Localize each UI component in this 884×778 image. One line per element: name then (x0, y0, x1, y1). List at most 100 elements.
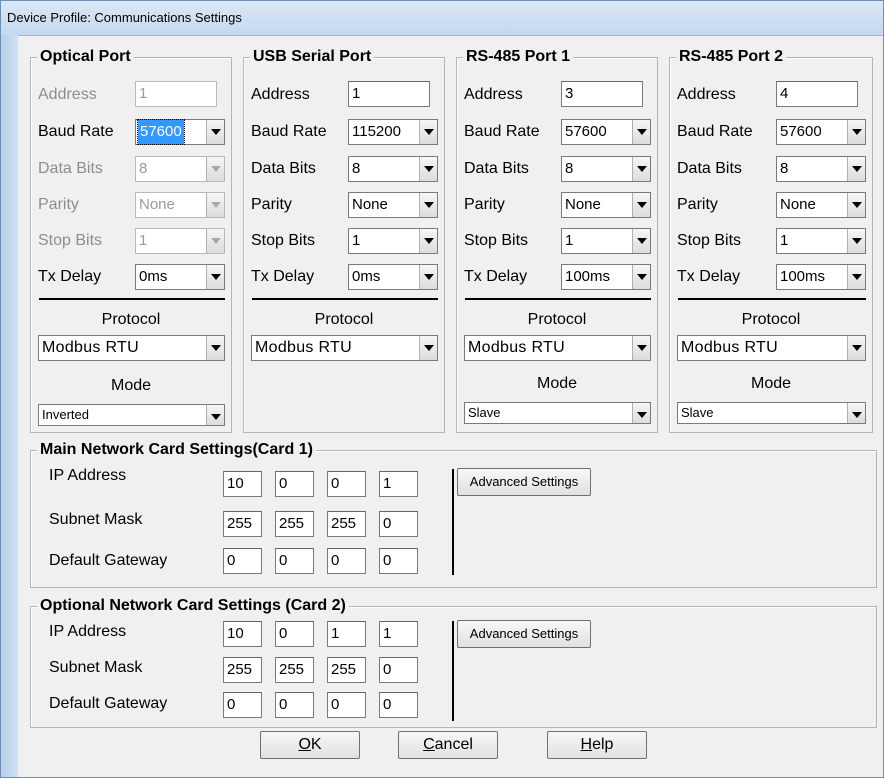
optical-address-input[interactable]: 1 (135, 81, 217, 107)
card1-ip-octet-1[interactable]: 10 (223, 471, 262, 497)
rs485-2-data-bits-select[interactable]: 8 (776, 156, 866, 182)
chevron-down-icon[interactable] (419, 193, 437, 217)
optical-mode-select[interactable]: Inverted (38, 404, 225, 426)
chevron-down-icon[interactable] (847, 265, 865, 289)
usb-baud-rate-select[interactable]: 115200 (348, 119, 438, 145)
rs485-1-mode-select[interactable]: Slave (464, 402, 651, 424)
chevron-down-icon[interactable] (632, 336, 650, 360)
chevron-down-icon[interactable] (419, 229, 437, 253)
usb-tx-delay-select[interactable]: 0ms (348, 264, 438, 290)
card1-advanced-settings-button[interactable]: Advanced Settings (457, 468, 591, 496)
chevron-down-icon[interactable] (632, 120, 650, 144)
card1-subnet-octet-4[interactable]: 0 (379, 511, 418, 537)
rs485-1-tx-delay-select[interactable]: 100ms (561, 264, 651, 290)
rs485-2-baud-rate-select[interactable]: 57600 (776, 119, 866, 145)
card2-ip-octet-2[interactable]: 0 (275, 621, 314, 647)
main-network-card-group: Main Network Card Settings(Card 1) IP Ad… (30, 441, 877, 588)
ok-label-rest: K (310, 736, 322, 753)
optical-stop-bits-select[interactable]: 1 (135, 228, 225, 254)
chevron-down-icon[interactable] (206, 229, 224, 253)
usb-parity-select[interactable]: None (348, 192, 438, 218)
rs485-2-tx-delay-select[interactable]: 100ms (776, 264, 866, 290)
card2-subnet-octet-2[interactable]: 255 (275, 657, 314, 683)
chevron-down-icon[interactable] (419, 336, 437, 360)
default-gateway-label: Default Gateway (49, 552, 168, 569)
chevron-down-icon[interactable] (206, 120, 224, 144)
card1-ip-octet-4[interactable]: 1 (379, 471, 418, 497)
rs485-2-protocol-select[interactable]: Modbus RTU (677, 335, 866, 361)
chevron-down-icon[interactable] (847, 193, 865, 217)
card2-ip-octet-4[interactable]: 1 (379, 621, 418, 647)
chevron-down-icon[interactable] (206, 157, 224, 181)
chevron-down-icon[interactable] (847, 157, 865, 181)
chevron-down-icon[interactable] (206, 193, 224, 217)
card1-ip-octet-2[interactable]: 0 (275, 471, 314, 497)
chevron-down-icon[interactable] (206, 336, 224, 360)
chevron-down-icon[interactable] (632, 403, 650, 423)
rs485-2-stop-bits-select[interactable]: 1 (776, 228, 866, 254)
card1-gateway-octet-1[interactable]: 0 (223, 548, 262, 574)
address-label: Address (38, 86, 97, 103)
usb-data-bits-select[interactable]: 8 (348, 156, 438, 182)
rs485-1-baud-rate-select[interactable]: 57600 (561, 119, 651, 145)
card1-gateway-octet-3[interactable]: 0 (327, 548, 366, 574)
chevron-down-icon[interactable] (206, 405, 224, 425)
chevron-down-icon[interactable] (206, 265, 224, 289)
chevron-down-icon[interactable] (847, 120, 865, 144)
card1-subnet-octet-2[interactable]: 255 (275, 511, 314, 537)
card2-ip-octet-3[interactable]: 1 (327, 621, 366, 647)
chevron-down-icon[interactable] (632, 193, 650, 217)
optical-tx-delay-select[interactable]: 0ms (135, 264, 225, 290)
cancel-button[interactable]: Cancel (398, 731, 498, 759)
rs485-1-address-input[interactable]: 3 (561, 81, 643, 107)
card2-subnet-octet-3[interactable]: 255 (327, 657, 366, 683)
parity-label: Parity (38, 196, 79, 213)
chevron-down-icon[interactable] (632, 265, 650, 289)
optical-data-bits-select[interactable]: 8 (135, 156, 225, 182)
card1-ip-octet-3[interactable]: 0 (327, 471, 366, 497)
card2-gateway-octet-4[interactable]: 0 (379, 692, 418, 718)
optical-protocol-select[interactable]: Modbus RTU (38, 335, 225, 361)
usb-address-input[interactable]: 1 (348, 81, 430, 107)
chevron-down-icon[interactable] (419, 157, 437, 181)
card2-ip-octet-1[interactable]: 10 (223, 621, 262, 647)
usb-protocol-select[interactable]: Modbus RTU (251, 335, 438, 361)
rs485-1-stop-bits-select[interactable]: 1 (561, 228, 651, 254)
rs485-2-mode-select[interactable]: Slave (677, 402, 866, 424)
title-bar[interactable]: Device Profile: Communications Settings (1, 1, 883, 36)
separator-line (39, 298, 225, 300)
card2-subnet-octet-1[interactable]: 255 (223, 657, 262, 683)
rs485-1-protocol-select[interactable]: Modbus RTU (464, 335, 651, 361)
card2-gateway-octet-3[interactable]: 0 (327, 692, 366, 718)
card2-subnet-octet-4[interactable]: 0 (379, 657, 418, 683)
card2-gateway-octet-2[interactable]: 0 (275, 692, 314, 718)
ok-button[interactable]: OK (260, 731, 360, 759)
card2-advanced-settings-button[interactable]: Advanced Settings (457, 620, 591, 648)
rs485-2-address-input[interactable]: 4 (776, 81, 858, 107)
chevron-down-icon[interactable] (847, 229, 865, 253)
rs485-1-data-bits-select[interactable]: 8 (561, 156, 651, 182)
usb-stop-bits-select[interactable]: 1 (348, 228, 438, 254)
rs485-1-data-bits-value: 8 (565, 160, 574, 177)
card2-gateway-octet-1[interactable]: 0 (223, 692, 262, 718)
chevron-down-icon[interactable] (847, 403, 865, 423)
rs485-port1-legend: RS-485 Port 1 (463, 48, 574, 66)
chevron-down-icon[interactable] (632, 157, 650, 181)
chevron-down-icon[interactable] (419, 120, 437, 144)
rs485-2-parity-select[interactable]: None (776, 192, 866, 218)
chevron-down-icon[interactable] (419, 265, 437, 289)
tx-delay-label: Tx Delay (464, 268, 528, 285)
rs485-1-parity-select[interactable]: None (561, 192, 651, 218)
help-button[interactable]: Help (547, 731, 647, 759)
chevron-down-icon[interactable] (847, 336, 865, 360)
card1-subnet-octet-1[interactable]: 255 (223, 511, 262, 537)
card1-gateway-octet-2[interactable]: 0 (275, 548, 314, 574)
rs485-1-mode-value: Slave (468, 405, 501, 420)
optical-parity-select[interactable]: None (135, 192, 225, 218)
chevron-down-icon[interactable] (632, 229, 650, 253)
stop-bits-label: Stop Bits (251, 232, 316, 249)
card1-subnet-octet-3[interactable]: 255 (327, 511, 366, 537)
address-label: Address (677, 86, 736, 103)
card1-gateway-octet-4[interactable]: 0 (379, 548, 418, 574)
optical-baud-rate-select[interactable]: 57600 (135, 119, 225, 145)
